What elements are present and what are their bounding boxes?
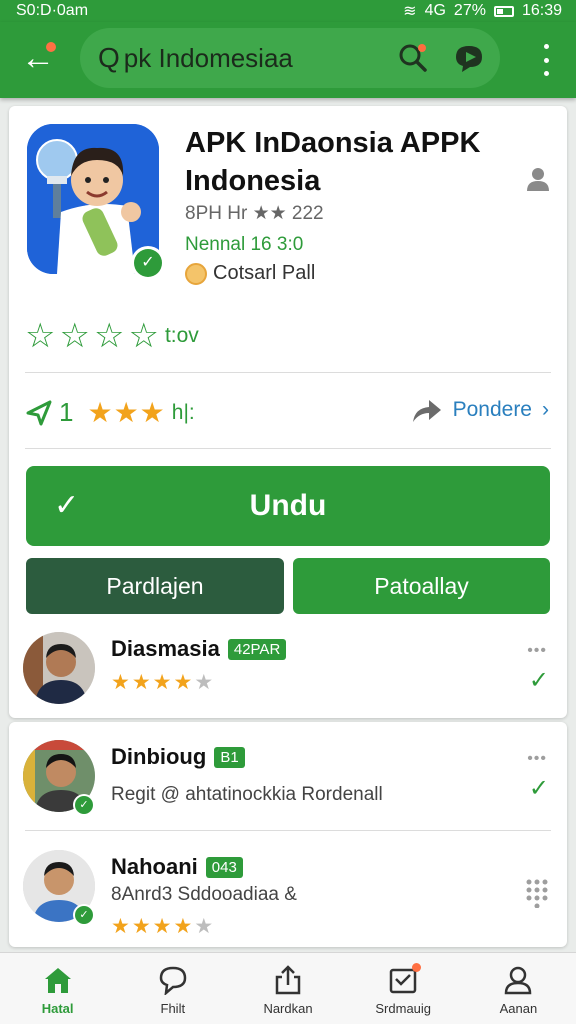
kebab-dot xyxy=(543,44,549,49)
status-right: ≋ 4G 27% 16:39 xyxy=(403,1,562,21)
more-dots-icon[interactable]: ••• xyxy=(527,750,547,768)
nav-label: Fhilt xyxy=(160,1001,186,1016)
rate-label: t:ov xyxy=(164,324,199,347)
review-stars: ★★★★★ xyxy=(111,915,216,938)
reviewer-name-text: Diasmasia xyxy=(111,636,220,661)
check-icon: ✓ xyxy=(528,667,549,694)
app-meta-line2: Nennal 16 3:0 xyxy=(185,234,304,255)
star-outline-icon[interactable]: ☆ xyxy=(59,316,89,356)
check-icon: ✓ xyxy=(528,775,549,802)
share-arrow-icon xyxy=(412,400,441,422)
check-icon: ✓ xyxy=(54,489,80,522)
bottom-navigation: Hatal Fhilt Nardkan Srdmauig Aanan xyxy=(0,952,576,1024)
back-button[interactable]: ← xyxy=(18,40,58,80)
review-item[interactable]: Diasmasia 42PAR ★★★★★ ••• ✓ xyxy=(9,624,567,724)
check-icon: ✓ xyxy=(75,796,93,814)
search-icon[interactable] xyxy=(398,43,428,73)
nav-inbox[interactable]: Srdmauig xyxy=(346,953,461,1024)
rating-summary: 1 ★★★ h|: xyxy=(25,396,195,429)
app-detail-card: ✓ APK InDaonsia APPK Indonesia 8PH Hr ★★… xyxy=(9,106,567,718)
search-bar[interactable]: Q xyxy=(80,28,500,88)
share-upload-icon xyxy=(275,965,301,995)
chat-bubble-icon xyxy=(159,966,187,995)
nav-chat[interactable]: Fhilt xyxy=(115,953,230,1024)
verified-badge: ✓ xyxy=(73,794,95,816)
signal-indicator: 4G xyxy=(424,2,446,19)
chevron-right-icon: › xyxy=(542,398,549,421)
search-input[interactable] xyxy=(123,42,384,74)
kebab-dot xyxy=(543,57,549,63)
battery-icon xyxy=(493,5,514,17)
nav-profile[interactable]: Aanan xyxy=(461,953,576,1024)
home-icon xyxy=(44,968,71,993)
app-meta-line3: Cotsarl Pall xyxy=(185,262,315,285)
stat-label: h|: xyxy=(171,400,195,424)
reviewer-tag: B1 xyxy=(214,746,245,768)
download-label: Undu xyxy=(249,489,327,522)
notification-dot xyxy=(46,42,56,52)
divider xyxy=(25,372,551,373)
review-stars: ★★★★★ xyxy=(111,671,216,694)
status-bar: S0:D·0am ≋ 4G 27% 16:39 xyxy=(0,0,576,22)
reviewer-tag: 42PAR xyxy=(227,638,287,660)
review-text: Regit @ ahtatinockkia Rordenall xyxy=(111,784,383,805)
more-dots-icon[interactable]: ••• xyxy=(527,642,547,660)
share-label: Pondere xyxy=(452,398,532,421)
status-left-text: S0:D·0am xyxy=(16,2,89,19)
review-item[interactable]: ✓ Nahoani 043 8Anrd3 Sddooadiaa & ★★★★★ xyxy=(9,842,567,942)
app-meta-line1: 8PH Hr ★★ 222 xyxy=(185,203,324,224)
app-bar: ← Q xyxy=(0,22,576,98)
more-options-button[interactable] xyxy=(540,44,552,76)
rating-stars: ★★★ xyxy=(87,397,166,428)
reviewer-name: Nahoani 043 xyxy=(111,854,243,880)
download-button[interactable]: ✓ Undu xyxy=(26,466,550,546)
avatar xyxy=(23,632,95,704)
kebab-dot xyxy=(543,71,549,76)
reviews-card: ✓ Dinbioug B1 Regit @ ahtatinockkia Rord… xyxy=(9,722,567,947)
check-icon: ✓ xyxy=(134,249,162,277)
reviewer-name-text: Dinbioug xyxy=(111,744,207,769)
verified-badge: ✓ xyxy=(131,246,165,280)
coin-icon xyxy=(185,262,207,285)
search-q-icon: Q xyxy=(98,42,120,73)
nav-home[interactable]: Hatal xyxy=(0,953,115,1024)
reviewer-name: Diasmasia 42PAR xyxy=(111,636,287,662)
share-link[interactable]: Pondere › xyxy=(411,396,549,424)
star-outline-icon[interactable]: ☆ xyxy=(25,316,55,356)
stat-number: 1 xyxy=(59,397,74,427)
nav-label: Srdmauig xyxy=(375,1001,432,1016)
secondary-right-button[interactable]: Patoallay xyxy=(293,558,550,614)
app-title: APK InDaonsia APPK Indonesia xyxy=(185,127,481,197)
check-icon: ✓ xyxy=(75,906,93,924)
star-outline-icon[interactable]: ☆ xyxy=(128,316,158,356)
secondary-left-button[interactable]: Pardlajen xyxy=(26,558,284,614)
nav-label: Aanan xyxy=(499,1001,538,1016)
verified-badge: ✓ xyxy=(73,904,95,926)
nav-label: Hatal xyxy=(41,1001,74,1016)
status-time: 16:39 xyxy=(521,2,562,19)
star-outline-icon[interactable]: ☆ xyxy=(94,316,124,356)
trend-arrow-icon xyxy=(26,400,52,425)
review-item[interactable]: ✓ Dinbioug B1 Regit @ ahtatinockkia Rord… xyxy=(9,732,567,832)
chat-icon[interactable] xyxy=(452,43,486,73)
notification-dot xyxy=(411,963,421,972)
dots-grid-icon[interactable] xyxy=(525,878,549,908)
reviewer-name-text: Nahoani xyxy=(111,854,198,879)
divider xyxy=(25,830,551,831)
review-text: 8Anrd3 Sddooadiaa & xyxy=(111,884,297,905)
nav-label: Nardkan xyxy=(263,1001,313,1016)
battery-percent: 27% xyxy=(453,2,486,19)
person-icon xyxy=(505,966,532,995)
nav-share[interactable]: Nardkan xyxy=(230,953,345,1024)
reviewer-name: Dinbioug B1 xyxy=(111,744,245,770)
wifi-icon: ≋ xyxy=(403,3,417,20)
divider xyxy=(25,448,551,449)
person-icon[interactable] xyxy=(525,166,551,192)
rate-stars[interactable]: ☆ ☆ ☆ ☆ t:ov xyxy=(25,316,199,356)
app-meta-line3-text: Cotsarl Pall xyxy=(213,262,316,284)
reviewer-tag: 043 xyxy=(205,856,243,878)
